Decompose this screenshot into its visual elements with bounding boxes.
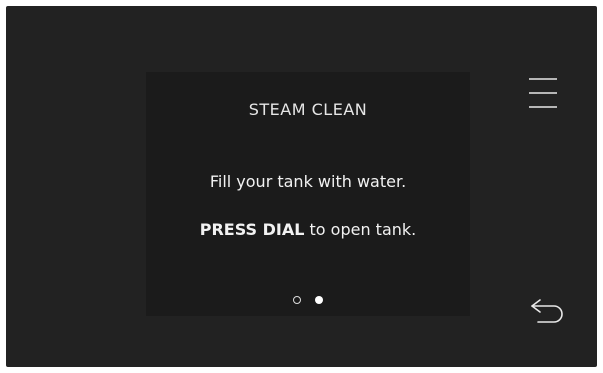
back-button[interactable] [528, 296, 566, 328]
page-dot-2-active[interactable] [315, 296, 323, 304]
appliance-screen: STEAM CLEAN Fill your tank with water. P… [6, 6, 597, 367]
page-indicator [146, 296, 470, 304]
page-dot-1[interactable] [293, 296, 301, 304]
press-dial-emphasis: PRESS DIAL [199, 220, 305, 239]
back-arrow-icon [531, 299, 563, 323]
hamburger-menu-icon [529, 78, 557, 108]
instruction-fill-tank: Fill your tank with water. [209, 172, 407, 191]
steam-clean-card: STEAM CLEAN Fill your tank with water. P… [146, 72, 470, 316]
menu-button[interactable] [526, 76, 560, 110]
open-tank-text: to open tank. [304, 220, 417, 239]
card-title: STEAM CLEAN [248, 100, 368, 119]
instruction-press-dial: PRESS DIAL to open tank. [146, 220, 470, 239]
